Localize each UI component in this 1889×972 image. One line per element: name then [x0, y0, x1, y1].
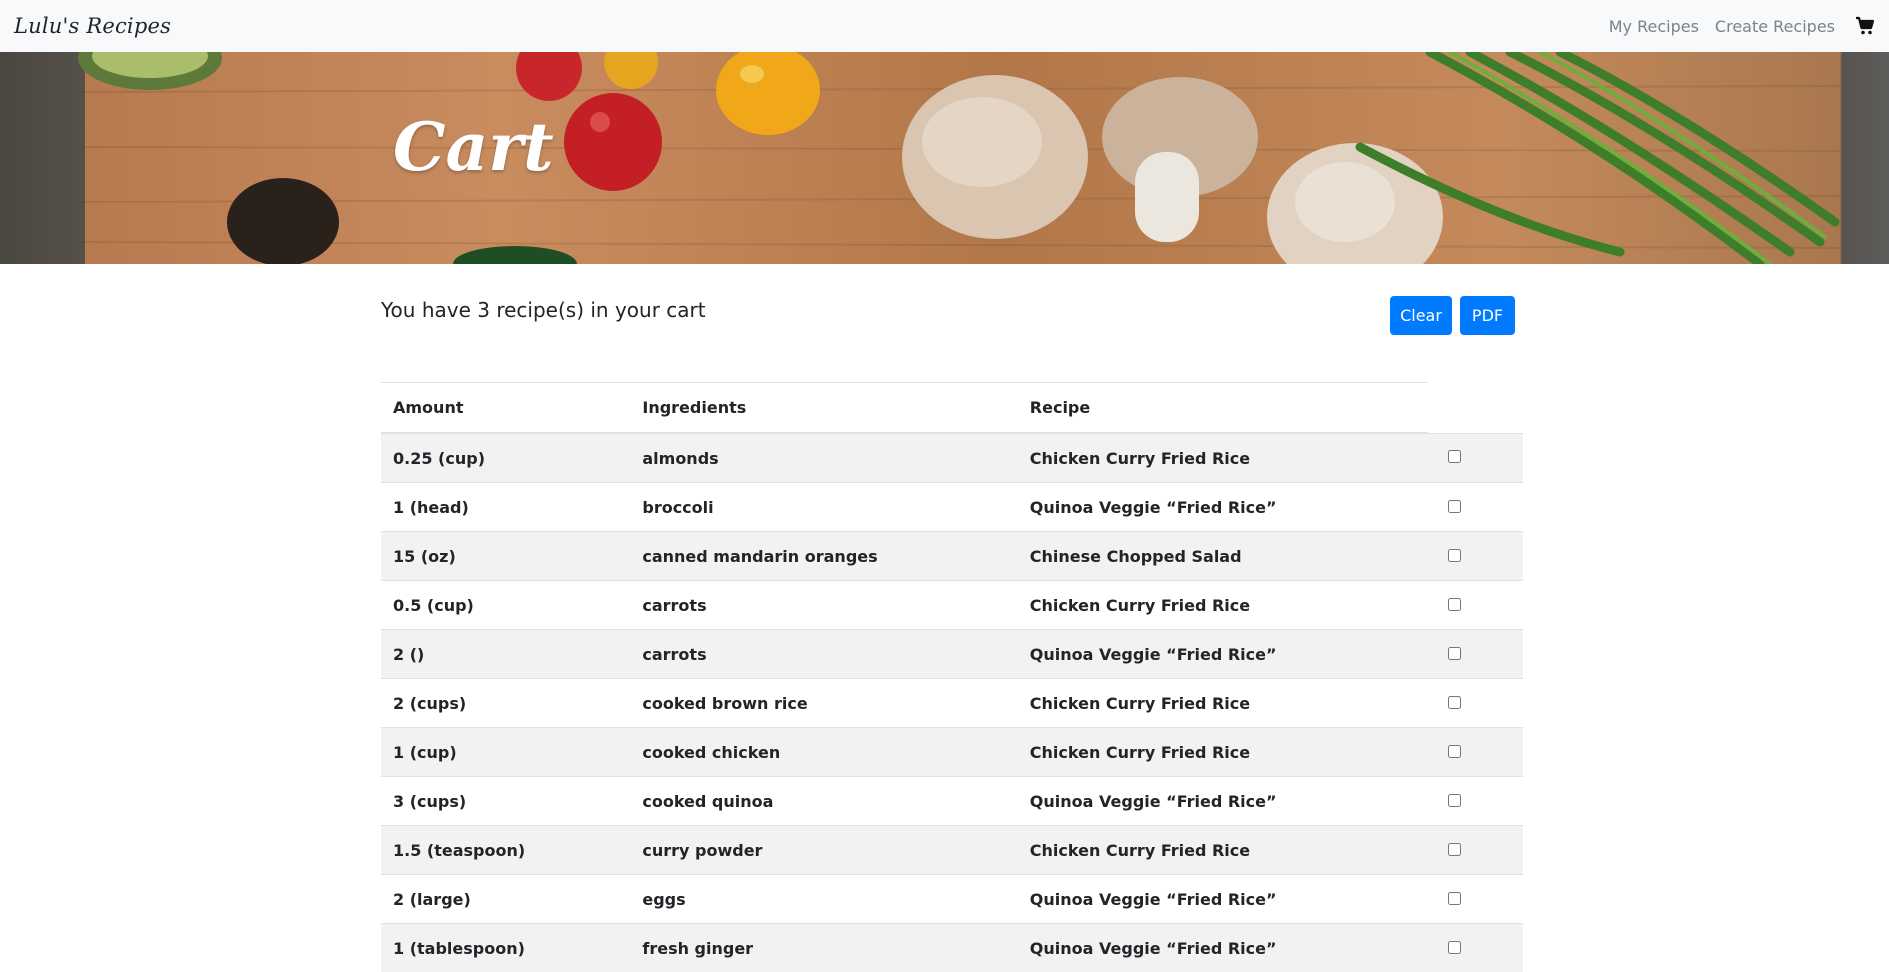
table-row: 0.25 (cup)almondsChicken Curry Fried Ric… — [381, 433, 1523, 483]
hero-food-image — [0, 52, 1889, 264]
table-row: 1 (head)broccoliQuinoa Veggie “Fried Ric… — [381, 483, 1523, 532]
row-checkbox[interactable] — [1448, 647, 1461, 660]
checkbox-cell — [1428, 483, 1523, 532]
checkbox-cell — [1428, 826, 1523, 875]
amount-cell: 2 () — [381, 630, 630, 679]
header-checkbox — [1428, 383, 1523, 434]
row-checkbox[interactable] — [1448, 843, 1461, 856]
ingredient-cell: curry powder — [630, 826, 1017, 875]
table-row: 2 ()carrotsQuinoa Veggie “Fried Rice” — [381, 630, 1523, 679]
ingredient-cell: carrots — [630, 630, 1017, 679]
pdf-button[interactable]: PDF — [1460, 296, 1515, 335]
amount-cell: 0.5 (cup) — [381, 581, 630, 630]
table-header: Amount Ingredients Recipe — [381, 383, 1523, 434]
table-row: 15 (oz)canned mandarin orangesChinese Ch… — [381, 532, 1523, 581]
ingredient-cell: eggs — [630, 875, 1017, 924]
recipe-cell: Quinoa Veggie “Fried Rice” — [1018, 924, 1428, 972]
row-checkbox[interactable] — [1448, 549, 1461, 562]
recipe-cell: Chicken Curry Fried Rice — [1018, 679, 1428, 728]
ingredient-cell: fresh ginger — [630, 924, 1017, 972]
header-ingredients: Ingredients — [630, 383, 1017, 434]
ingredient-cell: canned mandarin oranges — [630, 532, 1017, 581]
row-checkbox[interactable] — [1448, 745, 1461, 758]
row-checkbox[interactable] — [1448, 794, 1461, 807]
table-row: 1 (tablespoon)fresh gingerQuinoa Veggie … — [381, 924, 1523, 972]
table-body: 0.25 (cup)almondsChicken Curry Fried Ric… — [381, 433, 1523, 972]
nav-link-create-recipes[interactable]: Create Recipes — [1715, 17, 1835, 36]
amount-cell: 15 (oz) — [381, 532, 630, 581]
checkbox-cell — [1428, 875, 1523, 924]
amount-cell: 3 (cups) — [381, 777, 630, 826]
nav-links: My Recipes Create Recipes — [1609, 16, 1875, 36]
table-row: 1 (cup)cooked chickenChicken Curry Fried… — [381, 728, 1523, 777]
recipe-cell: Chicken Curry Fried Rice — [1018, 826, 1428, 875]
table-row: 3 (cups)cooked quinoaQuinoa Veggie “Frie… — [381, 777, 1523, 826]
recipe-cell: Chicken Curry Fried Rice — [1018, 581, 1428, 630]
amount-cell: 2 (large) — [381, 875, 630, 924]
amount-cell: 1 (head) — [381, 483, 630, 532]
clear-button[interactable]: Clear — [1390, 296, 1452, 335]
checkbox-cell — [1428, 532, 1523, 581]
amount-cell: 1 (cup) — [381, 728, 630, 777]
table-row: 1.5 (teaspoon)curry powderChicken Curry … — [381, 826, 1523, 875]
recipe-cell: Quinoa Veggie “Fried Rice” — [1018, 777, 1428, 826]
row-checkbox[interactable] — [1448, 598, 1461, 611]
ingredient-cell: broccoli — [630, 483, 1017, 532]
header-recipe: Recipe — [1018, 383, 1428, 434]
ingredient-cell: carrots — [630, 581, 1017, 630]
navbar: Lulu's Recipes My Recipes Create Recipes — [0, 0, 1889, 52]
row-checkbox[interactable] — [1448, 696, 1461, 709]
shopping-cart-icon[interactable] — [1855, 16, 1875, 36]
ingredient-cell: cooked chicken — [630, 728, 1017, 777]
page-title: Cart — [393, 108, 554, 186]
row-checkbox[interactable] — [1448, 892, 1461, 905]
hero-banner: Cart — [0, 52, 1889, 264]
checkbox-cell — [1428, 924, 1523, 972]
recipe-cell: Chicken Curry Fried Rice — [1018, 728, 1428, 777]
recipe-cell: Chicken Curry Fried Rice — [1018, 433, 1428, 483]
nav-link-my-recipes[interactable]: My Recipes — [1609, 17, 1699, 36]
amount-cell: 1.5 (teaspoon) — [381, 826, 630, 875]
brand-logo[interactable]: Lulu's Recipes — [14, 14, 171, 38]
amount-cell: 2 (cups) — [381, 679, 630, 728]
checkbox-cell — [1428, 630, 1523, 679]
checkbox-cell — [1428, 777, 1523, 826]
table-row: 0.5 (cup)carrotsChicken Curry Fried Rice — [381, 581, 1523, 630]
header-amount: Amount — [381, 383, 630, 434]
row-checkbox[interactable] — [1448, 450, 1461, 463]
recipe-cell: Quinoa Veggie “Fried Rice” — [1018, 483, 1428, 532]
row-checkbox[interactable] — [1448, 941, 1461, 954]
recipe-cell: Quinoa Veggie “Fried Rice” — [1018, 875, 1428, 924]
ingredient-cell: cooked quinoa — [630, 777, 1017, 826]
cart-summary: You have 3 recipe(s) in your cart — [381, 298, 706, 322]
checkbox-cell — [1428, 433, 1523, 483]
checkbox-cell — [1428, 581, 1523, 630]
ingredient-cell: cooked brown rice — [630, 679, 1017, 728]
amount-cell: 1 (tablespoon) — [381, 924, 630, 972]
table-row: 2 (large)eggsQuinoa Veggie “Fried Rice” — [381, 875, 1523, 924]
recipe-cell: Chinese Chopped Salad — [1018, 532, 1428, 581]
ingredient-cell: almonds — [630, 433, 1017, 483]
row-checkbox[interactable] — [1448, 500, 1461, 513]
checkbox-cell — [1428, 679, 1523, 728]
table-row: 2 (cups)cooked brown riceChicken Curry F… — [381, 679, 1523, 728]
ingredients-table: Amount Ingredients Recipe 0.25 (cup)almo… — [381, 382, 1523, 972]
checkbox-cell — [1428, 728, 1523, 777]
amount-cell: 0.25 (cup) — [381, 433, 630, 483]
recipe-cell: Quinoa Veggie “Fried Rice” — [1018, 630, 1428, 679]
